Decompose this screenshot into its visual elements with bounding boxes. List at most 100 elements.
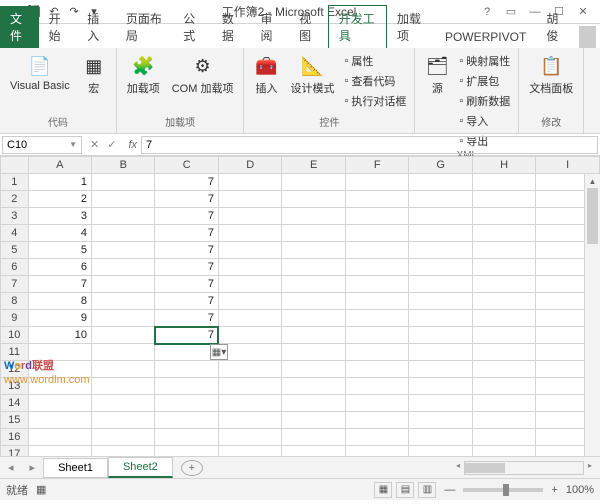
cell[interactable] xyxy=(409,344,472,361)
cell[interactable] xyxy=(409,293,472,310)
zoom-level[interactable]: 100% xyxy=(566,484,594,496)
cell[interactable] xyxy=(282,378,345,395)
cell[interactable] xyxy=(218,191,281,208)
cell[interactable] xyxy=(92,361,155,378)
cell[interactable] xyxy=(92,225,155,242)
cell[interactable] xyxy=(409,208,472,225)
ribbon-button[interactable]: 📋文档面板 xyxy=(525,52,577,98)
scroll-thumb[interactable] xyxy=(587,188,598,244)
cell[interactable] xyxy=(218,259,281,276)
cell[interactable] xyxy=(409,174,472,191)
cell[interactable] xyxy=(409,242,472,259)
cell[interactable]: 1 xyxy=(28,174,91,191)
tab-data[interactable]: 数据 xyxy=(212,6,251,48)
cell[interactable] xyxy=(409,446,472,457)
cell[interactable] xyxy=(155,446,218,457)
cell[interactable]: 4 xyxy=(28,225,91,242)
row-header[interactable]: 13 xyxy=(1,378,29,395)
page-break-view-icon[interactable]: ▥ xyxy=(418,482,436,498)
cell[interactable] xyxy=(92,208,155,225)
row-header[interactable]: 4 xyxy=(1,225,29,242)
cell[interactable] xyxy=(472,208,535,225)
ribbon-button[interactable]: 🧰插入 xyxy=(250,52,282,98)
cell[interactable] xyxy=(345,378,408,395)
cell[interactable]: 7 xyxy=(28,276,91,293)
ribbon-button[interactable]: 🗂源 xyxy=(421,52,453,98)
tab-file[interactable]: 文件 xyxy=(0,6,39,48)
ribbon-small-button[interactable]: ▫属性 xyxy=(342,52,408,70)
name-box-dropdown-icon[interactable]: ▼ xyxy=(69,140,77,149)
cell[interactable] xyxy=(472,344,535,361)
cell[interactable] xyxy=(472,395,535,412)
cell[interactable] xyxy=(92,242,155,259)
ribbon-small-button[interactable]: ▫映射属性 xyxy=(457,52,512,70)
ribbon-button[interactable]: 📄Visual Basic xyxy=(6,52,74,94)
col-header[interactable]: B xyxy=(92,157,155,174)
cell[interactable] xyxy=(345,327,408,344)
cell[interactable] xyxy=(472,259,535,276)
cell[interactable] xyxy=(282,174,345,191)
cell[interactable] xyxy=(282,327,345,344)
help-icon[interactable]: ? xyxy=(480,5,494,19)
cell[interactable] xyxy=(92,327,155,344)
tab-review[interactable]: 审阅 xyxy=(250,6,289,48)
cell[interactable] xyxy=(92,344,155,361)
cell[interactable] xyxy=(155,395,218,412)
cell[interactable]: 7 xyxy=(155,293,218,310)
row-header[interactable]: 17 xyxy=(1,446,29,457)
row-header[interactable]: 15 xyxy=(1,412,29,429)
col-header[interactable]: H xyxy=(472,157,535,174)
row-header[interactable]: 5 xyxy=(1,242,29,259)
cell[interactable] xyxy=(92,191,155,208)
col-header[interactable]: E xyxy=(282,157,345,174)
horizontal-scrollbar[interactable]: ◂ ▸ xyxy=(203,461,600,475)
ribbon-small-button[interactable]: ▫导入 xyxy=(457,112,512,130)
cell[interactable] xyxy=(282,208,345,225)
row-header[interactable]: 2 xyxy=(1,191,29,208)
col-header[interactable]: G xyxy=(409,157,472,174)
cell[interactable]: 7 xyxy=(155,327,218,344)
cell[interactable] xyxy=(218,276,281,293)
cell[interactable] xyxy=(92,276,155,293)
cell[interactable] xyxy=(345,429,408,446)
zoom-slider[interactable] xyxy=(463,488,543,492)
cell[interactable] xyxy=(282,191,345,208)
cell[interactable]: 7 xyxy=(155,208,218,225)
cell[interactable] xyxy=(409,395,472,412)
col-header[interactable]: D xyxy=(218,157,281,174)
cell[interactable] xyxy=(155,361,218,378)
col-header[interactable]: A xyxy=(28,157,91,174)
tab-powerpivot[interactable]: POWERPIVOT xyxy=(435,26,536,48)
cell[interactable] xyxy=(282,446,345,457)
cell[interactable] xyxy=(409,225,472,242)
cell[interactable] xyxy=(472,361,535,378)
cell[interactable] xyxy=(218,242,281,259)
cell[interactable] xyxy=(92,259,155,276)
cell[interactable] xyxy=(282,259,345,276)
cell[interactable] xyxy=(282,242,345,259)
macro-record-icon[interactable]: ▦ xyxy=(36,483,46,496)
enter-formula-icon[interactable]: ✓ xyxy=(107,138,116,151)
cell[interactable] xyxy=(218,225,281,242)
ribbon-button[interactable]: 📐设计模式 xyxy=(286,52,338,98)
cell[interactable] xyxy=(409,191,472,208)
cell[interactable] xyxy=(155,344,218,361)
col-header[interactable]: C xyxy=(155,157,218,174)
ribbon-options-icon[interactable]: ▭ xyxy=(504,5,518,19)
cell[interactable] xyxy=(472,446,535,457)
ribbon-button[interactable]: ⚙COM 加载项 xyxy=(168,52,238,98)
cell[interactable] xyxy=(282,276,345,293)
row-header[interactable]: 3 xyxy=(1,208,29,225)
row-header[interactable]: 6 xyxy=(1,259,29,276)
sheet-tab-2[interactable]: Sheet2 xyxy=(108,457,173,478)
sheet-nav-next-icon[interactable]: ▸ xyxy=(22,461,44,474)
cell[interactable]: 7 xyxy=(155,225,218,242)
sheet-nav-prev-icon[interactable]: ◂ xyxy=(0,461,22,474)
cell[interactable]: 5 xyxy=(28,242,91,259)
col-header[interactable]: I xyxy=(536,157,600,174)
cell[interactable] xyxy=(218,395,281,412)
cell[interactable] xyxy=(472,412,535,429)
cell[interactable] xyxy=(92,412,155,429)
cell[interactable] xyxy=(282,412,345,429)
cell[interactable] xyxy=(345,293,408,310)
